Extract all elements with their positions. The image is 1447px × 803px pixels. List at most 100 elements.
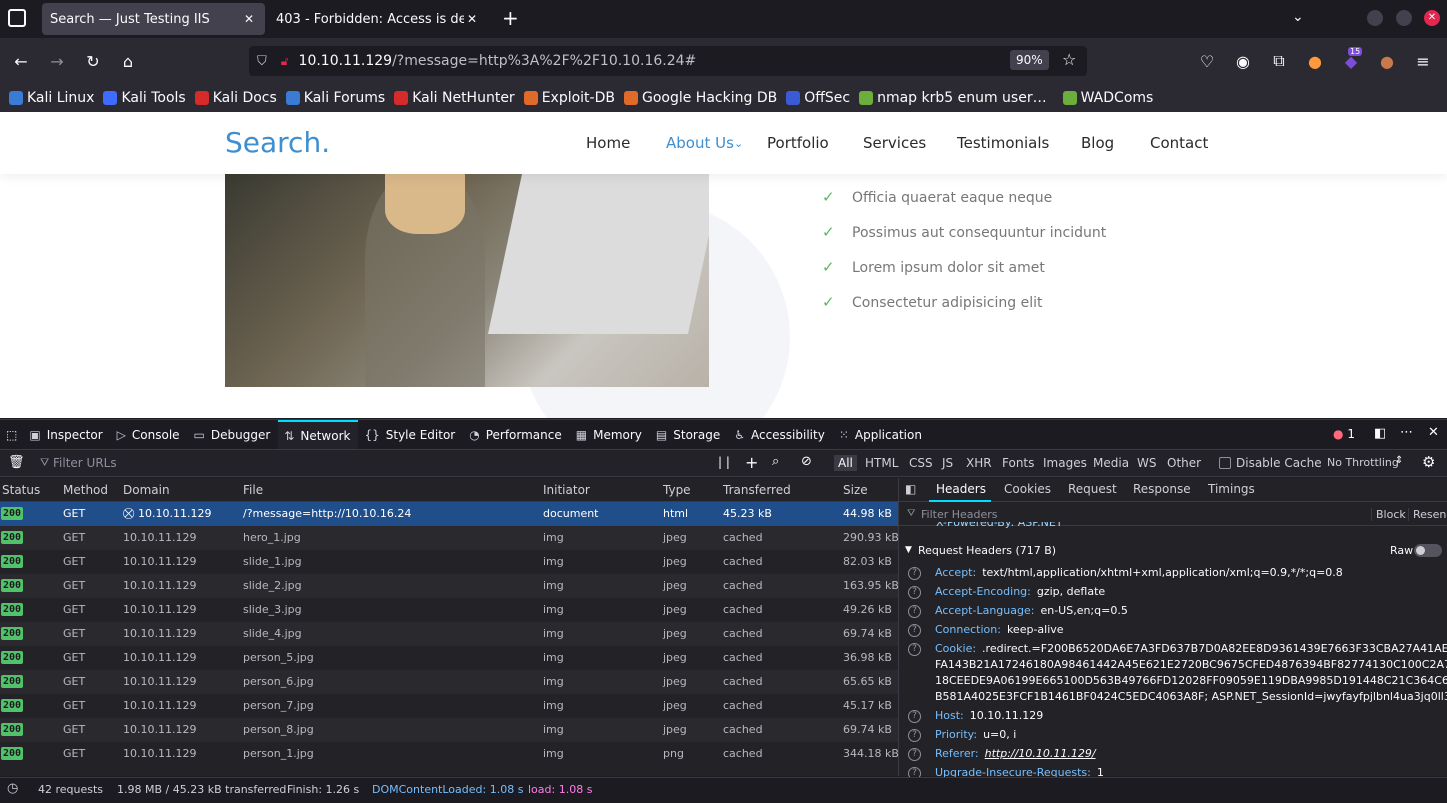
table-row[interactable]: 200 GET 10.10.11.129 /?message=http://10.10…: [0, 502, 898, 526]
star-icon[interactable]: ☆: [1062, 50, 1076, 69]
filter-all[interactable]: All: [834, 455, 857, 471]
header-value[interactable]: http://10.10.11.129/: [985, 747, 1096, 760]
tab-inspector[interactable]: ▣ Inspector: [23, 420, 110, 450]
throttling-select[interactable]: No Throttling: [1327, 456, 1399, 469]
help-icon[interactable]: ?: [908, 710, 921, 723]
pocket-icon[interactable]: ♡: [1192, 46, 1222, 76]
help-icon[interactable]: ?: [908, 729, 921, 742]
block-button[interactable]: Block: [1371, 508, 1406, 521]
search-icon[interactable]: ⌕: [772, 454, 779, 469]
filter-fonts[interactable]: Fonts: [1002, 456, 1034, 470]
close-devtools-icon[interactable]: ✕: [1428, 425, 1439, 440]
help-icon[interactable]: ?: [908, 586, 921, 599]
side-tab-timings[interactable]: Timings: [1208, 482, 1255, 496]
bookmark-kali-docs[interactable]: Kali Docs: [194, 90, 277, 106]
forward-icon[interactable]: →: [42, 46, 72, 76]
side-tab-headers[interactable]: Headers: [936, 482, 986, 496]
table-row[interactable]: 200 GET 10.10.11.129 person_8.jpg img jpeg cac…: [0, 718, 898, 742]
col-type[interactable]: Type: [663, 483, 691, 497]
home-icon[interactable]: ⌂: [113, 46, 143, 76]
bookmark-wadcoms[interactable]: WADComs: [1062, 90, 1153, 106]
nav-contact[interactable]: Contact: [1150, 134, 1208, 152]
chevron-down-icon[interactable]: ▼: [905, 545, 912, 555]
tab-overview-icon[interactable]: [8, 9, 26, 27]
tab-storage[interactable]: ▤ Storage: [650, 420, 728, 450]
nav-services[interactable]: Services: [863, 134, 926, 152]
filter-ws[interactable]: WS: [1137, 456, 1156, 470]
add-icon[interactable]: +: [745, 453, 758, 472]
tab-accessibility[interactable]: ♿︎ Accessibility: [728, 420, 833, 450]
table-row[interactable]: 200 GET 10.10.11.129 slide_2.jpg img jpeg cach…: [0, 574, 898, 598]
pause-icon[interactable]: | |: [718, 455, 730, 469]
tab-forbidden[interactable]: 403 - Forbidden: Access is de ✕: [268, 3, 488, 35]
menu-icon[interactable]: ≡: [1408, 46, 1438, 76]
help-icon[interactable]: ?: [908, 624, 921, 637]
col-transferred[interactable]: Transferred: [723, 483, 791, 497]
error-count[interactable]: ● 1: [1333, 427, 1355, 441]
help-icon[interactable]: ?: [908, 605, 921, 618]
tab-performance[interactable]: ◔ Performance: [463, 420, 570, 450]
nav-blog[interactable]: Blog: [1081, 134, 1114, 152]
bookmark-exploit-db[interactable]: Exploit-DB: [523, 90, 615, 106]
table-row[interactable]: 200 GET 10.10.11.129 person_6.jpg img jpeg cac…: [0, 670, 898, 694]
fox-extension-icon[interactable]: ●: [1300, 46, 1330, 76]
table-row[interactable]: 200 GET 10.10.11.129 hero_1.jpg img jpeg cache…: [0, 526, 898, 550]
filter-other[interactable]: Other: [1167, 456, 1201, 470]
gear-icon[interactable]: ⚙: [1422, 453, 1435, 471]
reload-icon[interactable]: ↻: [78, 46, 108, 76]
disable-cache-checkbox[interactable]: [1219, 457, 1231, 469]
tab-console[interactable]: ▷ Console: [111, 420, 188, 450]
col-status[interactable]: Status: [2, 483, 40, 497]
chevron-down-icon[interactable]: ⌄: [1292, 9, 1304, 25]
filter-headers-input[interactable]: Filter Headers: [921, 508, 998, 521]
resend-button[interactable]: Resend: [1408, 508, 1447, 521]
bookmark-nmap-krb5[interactable]: nmap krb5 enum user…: [859, 90, 1047, 106]
bookmark-google-hacking-db[interactable]: Google Hacking DB: [623, 90, 777, 106]
disable-cache-label[interactable]: Disable Cache: [1236, 456, 1322, 470]
lock-icon[interactable]: 🔓︎: [281, 54, 289, 69]
minimize-icon[interactable]: [1367, 10, 1383, 26]
element-picker-icon[interactable]: ⬚: [0, 420, 23, 450]
filter-urls-input[interactable]: Filter URLs: [53, 456, 117, 470]
col-initiator[interactable]: Initiator: [543, 483, 590, 497]
close-icon[interactable]: ✕: [241, 12, 257, 26]
table-row[interactable]: 200 GET 10.10.11.129 person_7.jpg img jpeg cac…: [0, 694, 898, 718]
filter-xhr[interactable]: XHR: [966, 456, 992, 470]
zoom-level[interactable]: 90%: [1010, 50, 1049, 70]
bookmark-kali-linux[interactable]: Kali Linux: [9, 90, 94, 106]
nav-portfolio[interactable]: Portfolio: [767, 134, 829, 152]
help-icon[interactable]: ?: [908, 643, 921, 656]
tab-style-editor[interactable]: {} Style Editor: [358, 420, 463, 450]
close-window-icon[interactable]: ✕: [1424, 10, 1440, 26]
help-icon[interactable]: ?: [908, 567, 921, 580]
side-tab-response[interactable]: Response: [1133, 482, 1191, 496]
block-icon[interactable]: ⊘: [801, 454, 812, 469]
more-options-icon[interactable]: ⋯: [1400, 425, 1413, 440]
bookmark-kali-nethunter[interactable]: Kali NetHunter: [394, 90, 515, 106]
tab-network[interactable]: ⇅ Network: [278, 419, 359, 450]
nav-testimonials[interactable]: Testimonials: [957, 134, 1049, 152]
cookie-extension-icon[interactable]: ●: [1372, 46, 1402, 76]
new-tab-icon[interactable]: +: [502, 6, 519, 30]
shield-icon[interactable]: ⛉: [257, 54, 267, 69]
close-icon[interactable]: ✕: [464, 12, 480, 26]
bookmark-offsec[interactable]: OffSec: [786, 90, 850, 106]
site-logo[interactable]: Search.: [225, 126, 330, 159]
filter-images[interactable]: Images: [1043, 456, 1087, 470]
request-headers-title[interactable]: Request Headers (717 B): [918, 544, 1056, 557]
filter-js[interactable]: JS: [942, 456, 953, 470]
filter-css[interactable]: CSS: [909, 456, 933, 470]
nav-home[interactable]: Home: [586, 134, 630, 152]
maximize-icon[interactable]: [1396, 10, 1412, 26]
account-icon[interactable]: ◉: [1228, 46, 1258, 76]
back-icon[interactable]: ←: [6, 46, 36, 76]
extensions-icon[interactable]: ⧉: [1264, 46, 1294, 76]
bookmark-kali-tools[interactable]: Kali Tools: [103, 90, 186, 106]
tab-application[interactable]: ⁙ Application: [833, 420, 930, 450]
tab-debugger[interactable]: ▭ Debugger: [188, 420, 279, 450]
help-icon[interactable]: ?: [908, 748, 921, 761]
table-row[interactable]: 200 GET 10.10.11.129 slide_1.jpg img jpeg cach…: [0, 550, 898, 574]
col-file[interactable]: File: [243, 483, 263, 497]
side-tab-cookies[interactable]: Cookies: [1004, 482, 1051, 496]
table-row[interactable]: 200 GET 10.10.11.129 slide_3.jpg img jpeg cach…: [0, 598, 898, 622]
